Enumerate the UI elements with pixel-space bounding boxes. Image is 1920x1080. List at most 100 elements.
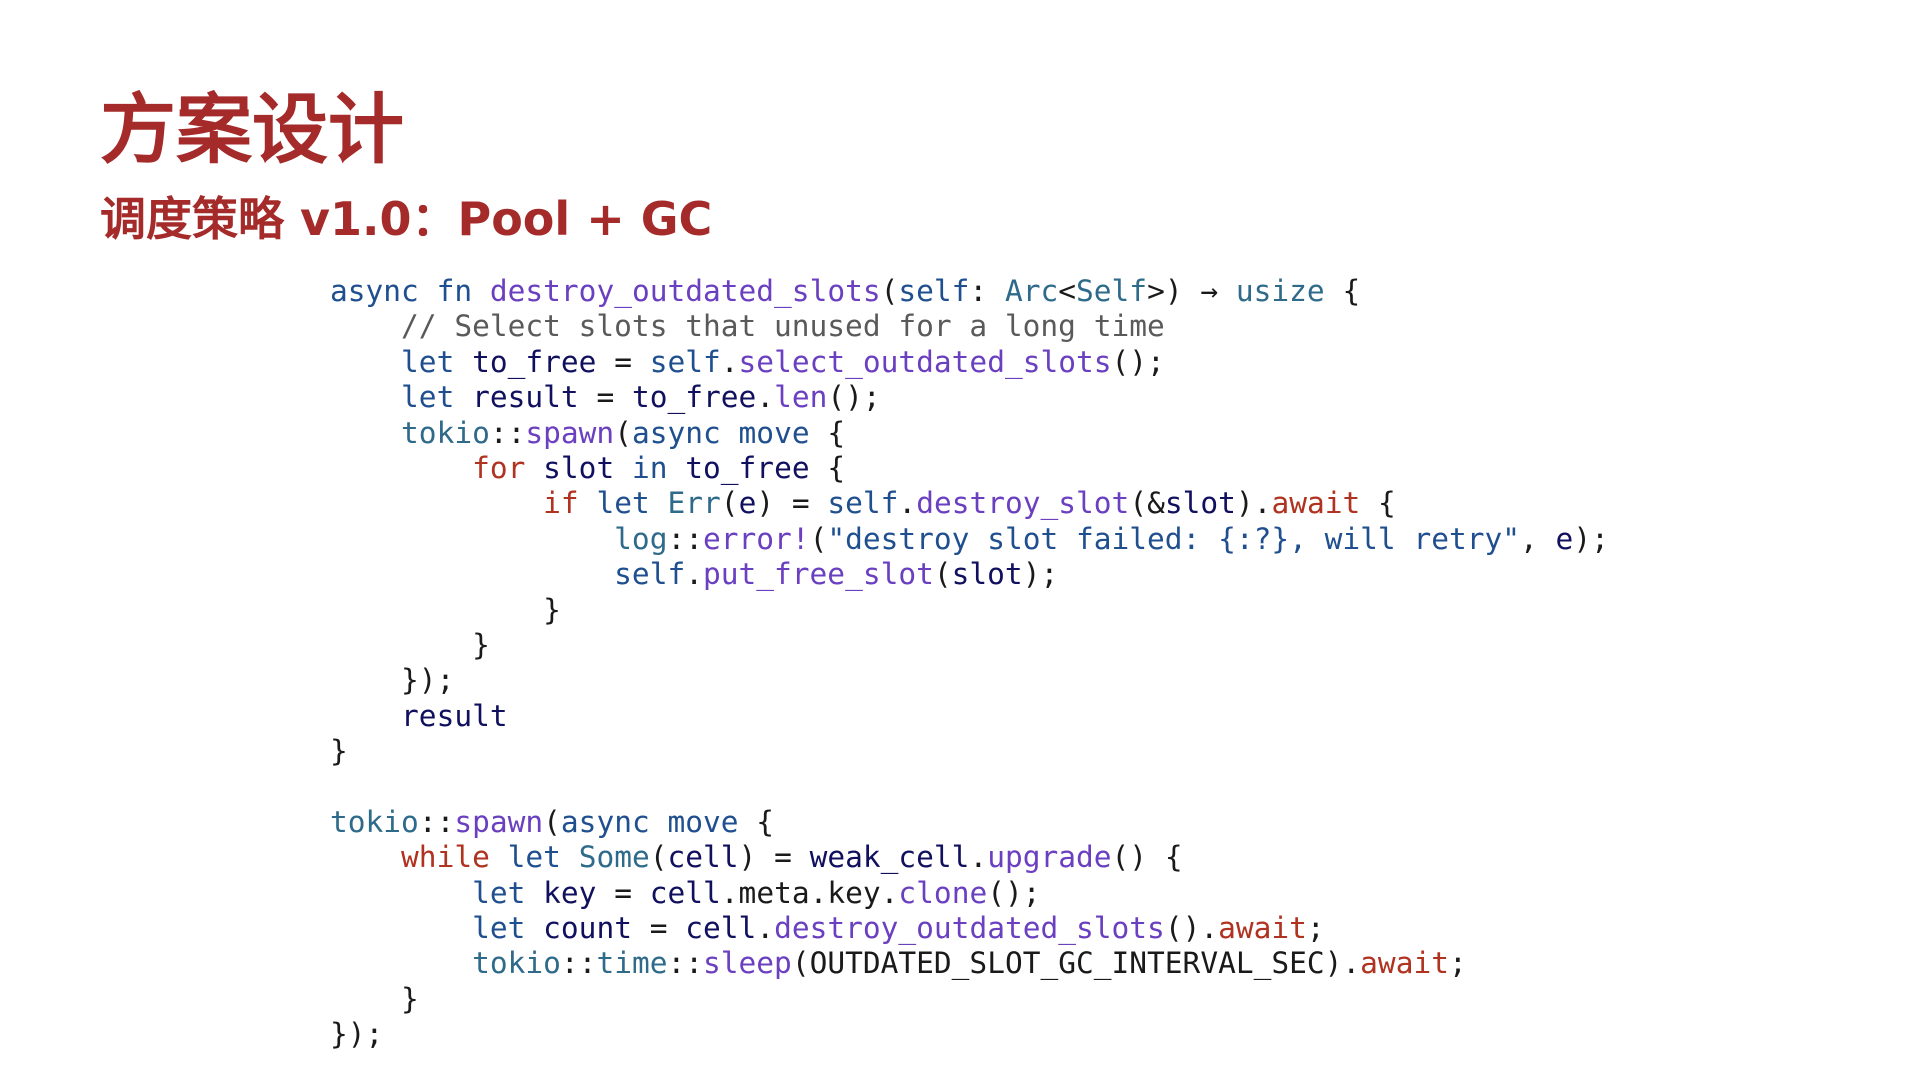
- code-token: .: [756, 380, 775, 415]
- code-line: let count = cell.destroy_outdated_slots(…: [330, 911, 1609, 946]
- code-token: ;: [1448, 946, 1467, 981]
- code-token: self: [649, 344, 721, 379]
- code-token: =: [631, 911, 686, 946]
- code-token: spawn: [525, 415, 615, 450]
- code-token: (: [880, 274, 899, 308]
- code-token: );: [1573, 521, 1609, 556]
- code-token: ).: [1235, 486, 1272, 521]
- code-token: Self: [1076, 274, 1148, 308]
- code-token: ;: [1306, 911, 1325, 946]
- code-token: ::: [418, 804, 455, 839]
- code-line: [330, 769, 1609, 804]
- code-token: ::: [667, 946, 704, 981]
- code-line: while let Some(cell) = weak_cell.upgrade…: [330, 840, 1609, 875]
- code-token: weak_cell: [809, 840, 970, 875]
- code-token: ::: [489, 415, 526, 450]
- code-token: time: [596, 946, 668, 981]
- code-line: let to_free = self.select_outdated_slots…: [330, 345, 1609, 380]
- code-token: slot: [1164, 486, 1236, 521]
- code-token: spawn: [454, 804, 544, 839]
- code-token: slot: [543, 450, 615, 485]
- code-line: async fn destroy_outdated_slots(self: Ar…: [330, 274, 1609, 309]
- code-line: }: [330, 734, 1609, 769]
- code-token: }: [330, 734, 348, 769]
- code-token: ();: [987, 875, 1041, 910]
- code-token: .: [720, 344, 739, 379]
- code-token: let: [596, 486, 650, 521]
- code-token: {: [1360, 486, 1396, 521]
- code-token: Some: [578, 840, 650, 875]
- code-line: });: [330, 663, 1609, 698]
- code-token: });: [401, 663, 455, 698]
- code-token: {: [738, 804, 775, 839]
- code-token: tokio: [330, 804, 419, 839]
- code-token: let: [507, 840, 561, 875]
- code-token: e: [738, 486, 757, 521]
- code-token: slot: [951, 557, 1023, 592]
- code-token: for: [472, 450, 526, 485]
- code-token: .: [969, 840, 988, 875]
- code-line: });: [330, 1017, 1609, 1052]
- slide-title: 方案设计: [100, 85, 404, 174]
- code-token: "destroy slot failed: {:?}, will retry": [827, 521, 1521, 556]
- code-token: :: [969, 274, 1005, 308]
- code-line: }: [330, 593, 1609, 628]
- code-token: select_outdated_slots: [738, 344, 1112, 379]
- code-token: {: [809, 450, 846, 485]
- code-token: ) =: [738, 840, 810, 875]
- code-token: in: [631, 450, 668, 485]
- code-line: if let Err(e) = self.destroy_slot(&slot)…: [330, 486, 1609, 521]
- code-token: destroy_slot: [916, 486, 1130, 521]
- code-token: ::: [667, 521, 703, 556]
- code-token: );: [1022, 557, 1059, 592]
- code-token: ) =: [756, 486, 828, 521]
- code-token: await: [1218, 911, 1307, 946]
- code-token: (: [543, 804, 561, 839]
- code-token: key: [543, 875, 597, 910]
- code-token: (: [809, 521, 828, 556]
- code-token: {: [809, 415, 846, 450]
- code-token: len: [774, 380, 828, 415]
- code-token: }: [472, 627, 490, 662]
- slide: 方案设计 调度策略 v1.0：Pool + GC async fn destro…: [0, 0, 1920, 1080]
- code-token: move: [667, 804, 739, 839]
- code-token: Err: [667, 486, 721, 521]
- code-token: // Select slots that unused for a long t…: [401, 309, 1165, 344]
- code-token: let: [401, 344, 455, 379]
- code-token: await: [1360, 946, 1449, 981]
- code-token: ();: [827, 380, 881, 415]
- code-token: let: [401, 380, 455, 415]
- code-token: Arc: [1004, 274, 1059, 308]
- code-token: e: [1555, 521, 1574, 556]
- code-line: let result = to_free.len();: [330, 380, 1609, 415]
- code-token: cell: [649, 875, 721, 910]
- code-token: usize: [1235, 274, 1325, 308]
- code-token: fn: [436, 274, 473, 308]
- code-token: error!: [703, 521, 810, 556]
- code-token: ::: [560, 946, 597, 981]
- code-token: .: [756, 911, 775, 946]
- code-token: >) →: [1147, 274, 1236, 308]
- code-token: count: [543, 911, 632, 946]
- code-token: move: [738, 415, 810, 450]
- code-token: await: [1271, 486, 1361, 521]
- code-token: }: [401, 981, 419, 1016]
